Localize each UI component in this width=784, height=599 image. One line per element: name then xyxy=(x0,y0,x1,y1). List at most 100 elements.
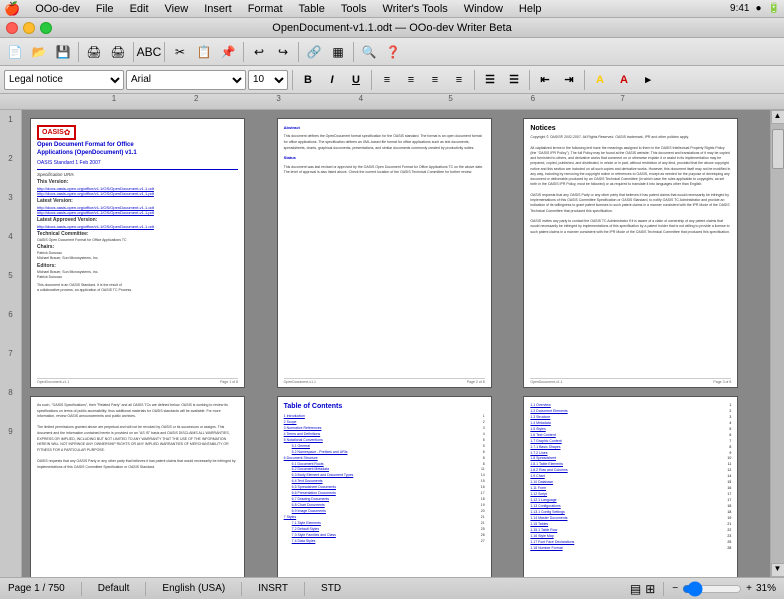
align-center-button[interactable]: ≡ xyxy=(400,70,422,90)
page1-latest-version: Latest Version: xyxy=(37,198,238,204)
page-thumbnail-3[interactable]: Notices Copyright © OASIS® 2002-2007. Al… xyxy=(523,118,738,388)
page-2-content: Abstract This document defines the OpenD… xyxy=(278,119,491,387)
cut-button[interactable]: ✂ xyxy=(169,41,191,63)
page1-subtitle: OASIS Standard 1 Feb 2007 xyxy=(37,160,238,166)
underline-button[interactable]: U xyxy=(345,70,367,90)
align-left-button[interactable]: ≡ xyxy=(376,70,398,90)
scroll-track[interactable] xyxy=(771,124,784,563)
margin-3: 3 xyxy=(8,193,12,202)
menu-window[interactable]: Window xyxy=(457,2,510,16)
align-right-button[interactable]: ≡ xyxy=(424,70,446,90)
ruler-mark-6: 6 xyxy=(531,94,535,103)
document-area[interactable]: OASIS ✿ Open Document Format for OfficeA… xyxy=(22,110,770,577)
paragraph-style-select[interactable]: Legal notice xyxy=(4,70,124,90)
page-4-content: As such, "OASIS Specifications", their "… xyxy=(31,397,244,577)
page-thumbnail-6[interactable]: 1.1 Overview1 1.2 Document Elements2 1.3… xyxy=(523,396,738,577)
open-button[interactable]: 📂 xyxy=(28,41,50,63)
close-button[interactable] xyxy=(6,22,18,34)
oasis-text: OASIS xyxy=(42,129,64,136)
page2-footer: OpenDocument-v1.1 Page 2 of 8 xyxy=(284,378,485,384)
more-button[interactable]: ▸ xyxy=(637,70,659,90)
justify-button[interactable]: ≡ xyxy=(448,70,470,90)
new-button[interactable]: 📄 xyxy=(4,41,26,63)
status-sep-4 xyxy=(304,582,305,596)
web-view-icon[interactable]: ⊞ xyxy=(645,582,655,596)
page1-footer: OpenDocument-v1.1 Page 1 of 8 xyxy=(37,378,238,384)
minimize-button[interactable] xyxy=(23,22,35,34)
page-thumbnail-2[interactable]: Abstract This document defines the OpenD… xyxy=(277,118,492,388)
ruler-mark-5: 5 xyxy=(448,94,452,103)
page3-footer-left: OpenDocument-v1.1 xyxy=(530,380,562,384)
fmt-sep-1 xyxy=(292,70,293,90)
highlight-color-button[interactable]: A xyxy=(589,70,611,90)
page2-body: Abstract This document defines the OpenD… xyxy=(284,125,485,176)
menu-format[interactable]: Format xyxy=(241,2,290,16)
table-button[interactable]: ▦ xyxy=(327,41,349,63)
menu-table[interactable]: Table xyxy=(292,2,332,16)
find-button[interactable]: 🔍 xyxy=(358,41,380,63)
menu-edit[interactable]: Edit xyxy=(123,2,156,16)
zoom-in-button[interactable]: + xyxy=(746,583,752,594)
increase-indent-button[interactable]: ⇥ xyxy=(558,70,580,90)
page1-latest-approved: Latest Approved Version: xyxy=(37,217,238,223)
menu-tools[interactable]: Tools xyxy=(334,2,374,16)
insert-mode[interactable]: INSRT xyxy=(258,583,288,594)
zoom-slider[interactable] xyxy=(682,585,742,593)
print-button[interactable]: 🖨 xyxy=(107,41,129,63)
menu-writers-tools[interactable]: Writer's Tools xyxy=(376,2,455,16)
fmt-sep-5 xyxy=(584,70,585,90)
page2-footer-left: OpenDocument-v1.1 xyxy=(284,380,316,384)
menu-view[interactable]: View xyxy=(158,2,196,16)
font-select[interactable]: Arial xyxy=(126,70,246,90)
page-thumbnail-5[interactable]: Table of Contents 1 Introduction1 2 Scop… xyxy=(277,396,492,577)
apple-menu[interactable]: 🍎 xyxy=(4,1,20,17)
oasis-logo: OASIS ✿ xyxy=(37,125,76,140)
bullets-button[interactable]: ☰ xyxy=(503,70,525,90)
numbering-button[interactable]: ☰ xyxy=(479,70,501,90)
page1-this-version: This Version: xyxy=(37,179,238,185)
margin-6: 6 xyxy=(8,310,12,319)
page-thumbnail-4[interactable]: As such, "OASIS Specifications", their "… xyxy=(30,396,245,577)
hyperlink-button[interactable]: 🔗 xyxy=(303,41,325,63)
toolbar-separator-5 xyxy=(298,42,299,62)
toolbar-separator-4 xyxy=(243,42,244,62)
normal-view-icon[interactable]: ▤ xyxy=(630,582,641,596)
time-display: 9:41 xyxy=(730,3,749,14)
copy-button[interactable]: 📋 xyxy=(193,41,215,63)
italic-button[interactable]: I xyxy=(321,70,343,90)
page1-link-2: http://docs.oasis-open.org/office/v1.1/O… xyxy=(37,191,238,196)
save-button[interactable]: 💾 xyxy=(52,41,74,63)
page1-spec-uri-label: Specification URIs xyxy=(37,172,238,177)
page1-editors: Editors: xyxy=(37,263,238,269)
menu-help[interactable]: Help xyxy=(512,2,549,16)
vertical-scrollbar[interactable]: ▲ ▼ xyxy=(770,110,784,577)
maximize-button[interactable] xyxy=(40,22,52,34)
status-right-area: ▤ ⊞ − + 31% xyxy=(630,582,776,596)
page1-tc-body: OASIS Open Document Format for Office Ap… xyxy=(37,238,238,243)
toc-entry-7-4: 7.4 Data Styles xyxy=(292,539,316,545)
undo-button[interactable]: ↩ xyxy=(248,41,270,63)
print-preview-button[interactable]: 🖨 xyxy=(83,41,105,63)
ruler-mark-4: 4 xyxy=(359,94,363,103)
std-mode[interactable]: STD xyxy=(321,583,341,594)
scroll-thumb[interactable] xyxy=(772,129,784,169)
zoom-level: 31% xyxy=(756,583,776,594)
redo-button[interactable]: ↪ xyxy=(272,41,294,63)
menu-file[interactable]: File xyxy=(89,2,121,16)
decrease-indent-button[interactable]: ⇤ xyxy=(534,70,556,90)
page-thumbnail-1[interactable]: OASIS ✿ Open Document Format for OfficeA… xyxy=(30,118,245,388)
status-sep-2 xyxy=(145,582,146,596)
font-color-button[interactable]: A xyxy=(613,70,635,90)
page1-chairs: Chairs: xyxy=(37,244,238,250)
spellcheck-button[interactable]: ABC xyxy=(138,41,160,63)
help-button[interactable]: ❓ xyxy=(382,41,404,63)
font-size-select[interactable]: 10 xyxy=(248,70,288,90)
scroll-up-button[interactable]: ▲ xyxy=(771,110,784,124)
zoom-out-button[interactable]: − xyxy=(672,583,678,594)
bold-button[interactable]: B xyxy=(297,70,319,90)
menu-ooodev[interactable]: OOo-dev xyxy=(28,2,87,16)
page3-footer: OpenDocument-v1.1 Page 3 of 8 xyxy=(530,378,731,384)
scroll-down-button[interactable]: ▼ xyxy=(771,563,784,577)
paste-button[interactable]: 📌 xyxy=(217,41,239,63)
menu-insert[interactable]: Insert xyxy=(197,2,239,16)
